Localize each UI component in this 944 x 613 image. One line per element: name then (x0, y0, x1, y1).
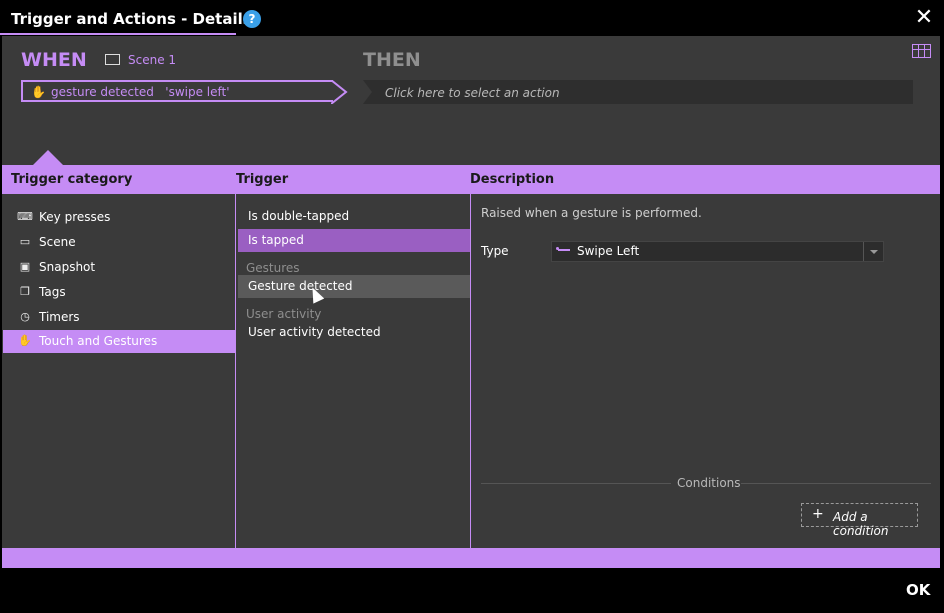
category-label: Touch and Gestures (39, 334, 158, 348)
trigger-user-activity-detected[interactable]: User activity detected (238, 321, 470, 344)
action-selector[interactable]: Click here to select an action (363, 80, 913, 104)
plus-icon: + (812, 506, 824, 522)
category-tags[interactable]: ❐ Tags (3, 281, 235, 304)
when-label: WHEN (21, 49, 87, 71)
ok-button[interactable]: OK (906, 581, 930, 599)
footer-band (2, 548, 940, 568)
category-label: Key presses (39, 210, 111, 224)
grid-view-icon[interactable] (912, 44, 931, 58)
swipe-left-icon (556, 247, 570, 251)
trigger-actions-dialog: Trigger and Actions - Details ? ✕ WHEN S… (0, 0, 944, 613)
category-key-presses[interactable]: ⌨ Key presses (3, 206, 235, 229)
description-text: Raised when a gesture is performed. (481, 206, 702, 220)
category-touch-and-gestures[interactable]: ✋ Touch and Gestures (3, 330, 235, 353)
group-gestures: Gestures (246, 261, 300, 275)
header-trigger-category: Trigger category (11, 172, 133, 187)
scene-icon: ▭ (19, 235, 31, 248)
column-headers: Trigger category Trigger Description (2, 165, 940, 194)
group-user-activity: User activity (246, 307, 322, 321)
category-scene[interactable]: ▭ Scene (3, 231, 235, 254)
category-label: Snapshot (39, 260, 96, 274)
timer-icon: ◷ (20, 310, 30, 323)
when-then-panel: WHEN Scene 1 THEN ✋ gesture detected 'sw… (2, 36, 940, 166)
category-label: Tags (39, 285, 66, 299)
tags-icon: ❐ (20, 285, 30, 298)
trigger-label: Gesture detected (248, 279, 353, 293)
trigger-is-double-tapped[interactable]: Is double-tapped (238, 205, 470, 228)
trigger-gesture-detected[interactable]: Gesture detected (238, 275, 470, 298)
keyboard-icon: ⌨ (17, 210, 33, 223)
category-timers[interactable]: ◷ Timers (3, 306, 235, 329)
category-label: Timers (39, 310, 80, 324)
then-label: THEN (363, 49, 421, 71)
divider (741, 483, 931, 484)
trigger-label: User activity detected (248, 325, 381, 339)
help-icon[interactable]: ? (243, 10, 261, 28)
action-placeholder: Click here to select an action (385, 86, 560, 100)
trigger-category-list: ⌨ Key presses ▭ Scene ▣ Snapshot ❐ Tags … (2, 194, 235, 548)
trigger-label: Is double-tapped (248, 209, 350, 223)
description-panel: Raised when a gesture is performed. Type… (471, 194, 940, 548)
selected-trigger-box[interactable]: ✋ gesture detected 'swipe left' (21, 80, 333, 102)
snapshot-icon: ▣ (19, 260, 31, 273)
trigger-value: 'swipe left' (165, 85, 230, 99)
title-underline (0, 33, 236, 35)
divider (481, 483, 671, 484)
type-label: Type (481, 244, 509, 258)
add-condition-label: Add a condition (833, 510, 889, 538)
header-description: Description (470, 172, 555, 187)
trigger-is-tapped[interactable]: Is tapped (238, 229, 470, 252)
scene-reference[interactable]: Scene 1 (105, 53, 176, 67)
hand-icon: ✋ (31, 85, 46, 99)
category-label: Scene (39, 235, 76, 249)
type-dropdown[interactable]: Swipe Left (551, 241, 884, 262)
trigger-label: Is tapped (248, 233, 304, 247)
window-title: Trigger and Actions - Details (11, 10, 252, 28)
scene-label: Scene 1 (128, 53, 177, 67)
trigger-name: gesture detected (51, 85, 154, 99)
trigger-list: Is double-tapped Is tapped Gestures Gest… (236, 194, 470, 548)
action-notch (363, 80, 372, 104)
header-trigger: Trigger (236, 172, 289, 187)
panel-pointer-icon (33, 150, 63, 165)
close-icon[interactable]: ✕ (914, 7, 934, 29)
type-value: Swipe Left (577, 244, 640, 258)
category-snapshot[interactable]: ▣ Snapshot (3, 256, 235, 279)
scene-icon (105, 54, 120, 65)
conditions-label: Conditions (677, 476, 741, 490)
title-bar: Trigger and Actions - Details ? ✕ (0, 0, 944, 36)
chevron-down-icon[interactable] (863, 242, 883, 261)
add-condition-button[interactable]: + Add a condition (801, 503, 918, 538)
trigger-arrow-icon (331, 80, 348, 104)
hand-icon: ✋ (18, 334, 32, 347)
